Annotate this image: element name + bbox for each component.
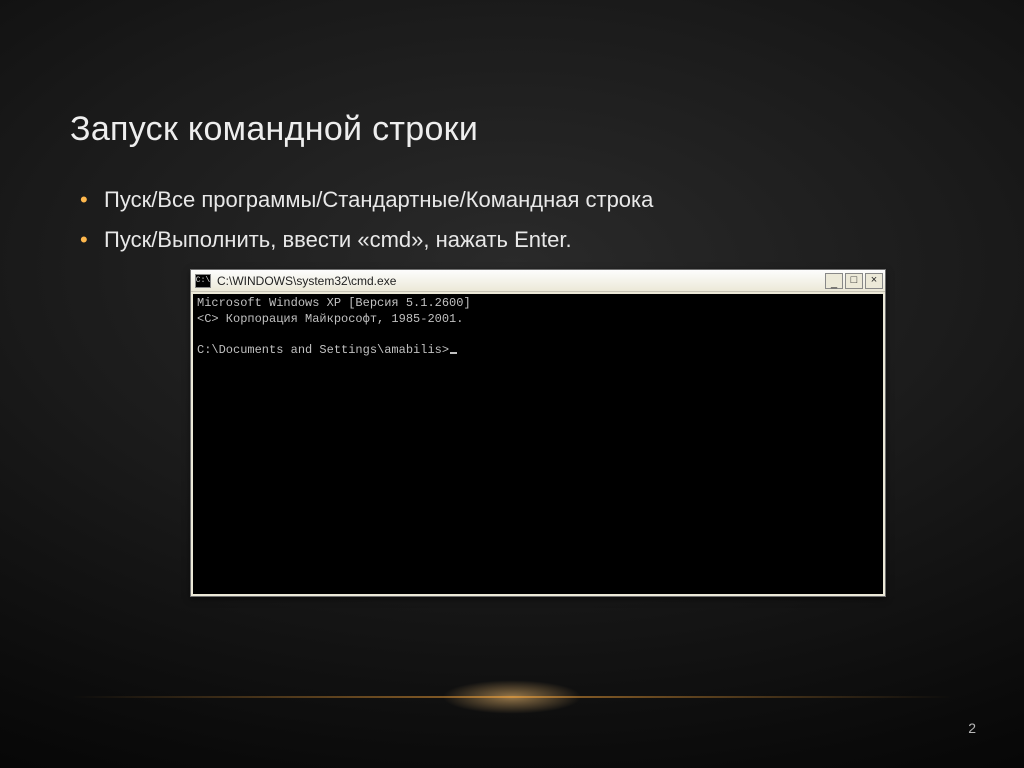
cmd-prompt: C:\Documents and Settings\amabilis>: [197, 343, 449, 357]
minimize-button[interactable]: _: [825, 273, 843, 289]
page-number: 2: [968, 720, 976, 736]
cmd-window-title: C:\WINDOWS\system32\cmd.exe: [217, 274, 825, 288]
cmd-output-line: <C> Корпорация Майкрософт, 1985-2001.: [197, 312, 463, 326]
cmd-titlebar[interactable]: C:\ C:\WINDOWS\system32\cmd.exe _ □ ×: [191, 270, 885, 292]
cmd-body-frame: Microsoft Windows XP [Версия 5.1.2600] <…: [191, 292, 885, 596]
maximize-button[interactable]: □: [845, 273, 863, 289]
cmd-window: C:\ C:\WINDOWS\system32\cmd.exe _ □ × Mi…: [190, 269, 886, 597]
bullet-list: Пуск/Все программы/Стандартные/Командная…: [80, 183, 954, 257]
cmd-body[interactable]: Microsoft Windows XP [Версия 5.1.2600] <…: [193, 294, 883, 594]
divider: [70, 696, 954, 698]
slide-title: Запуск командной строки: [70, 110, 954, 149]
bullet-item: Пуск/Все программы/Стандартные/Командная…: [80, 183, 954, 217]
bullet-item: Пуск/Выполнить, ввести «cmd», нажать Ent…: [80, 223, 954, 257]
cursor-icon: [450, 352, 457, 354]
slide: Запуск командной строки Пуск/Все програм…: [0, 0, 1024, 768]
terminal-icon: C:\: [195, 274, 211, 288]
cmd-output-line: Microsoft Windows XP [Версия 5.1.2600]: [197, 296, 471, 310]
close-button[interactable]: ×: [865, 273, 883, 289]
